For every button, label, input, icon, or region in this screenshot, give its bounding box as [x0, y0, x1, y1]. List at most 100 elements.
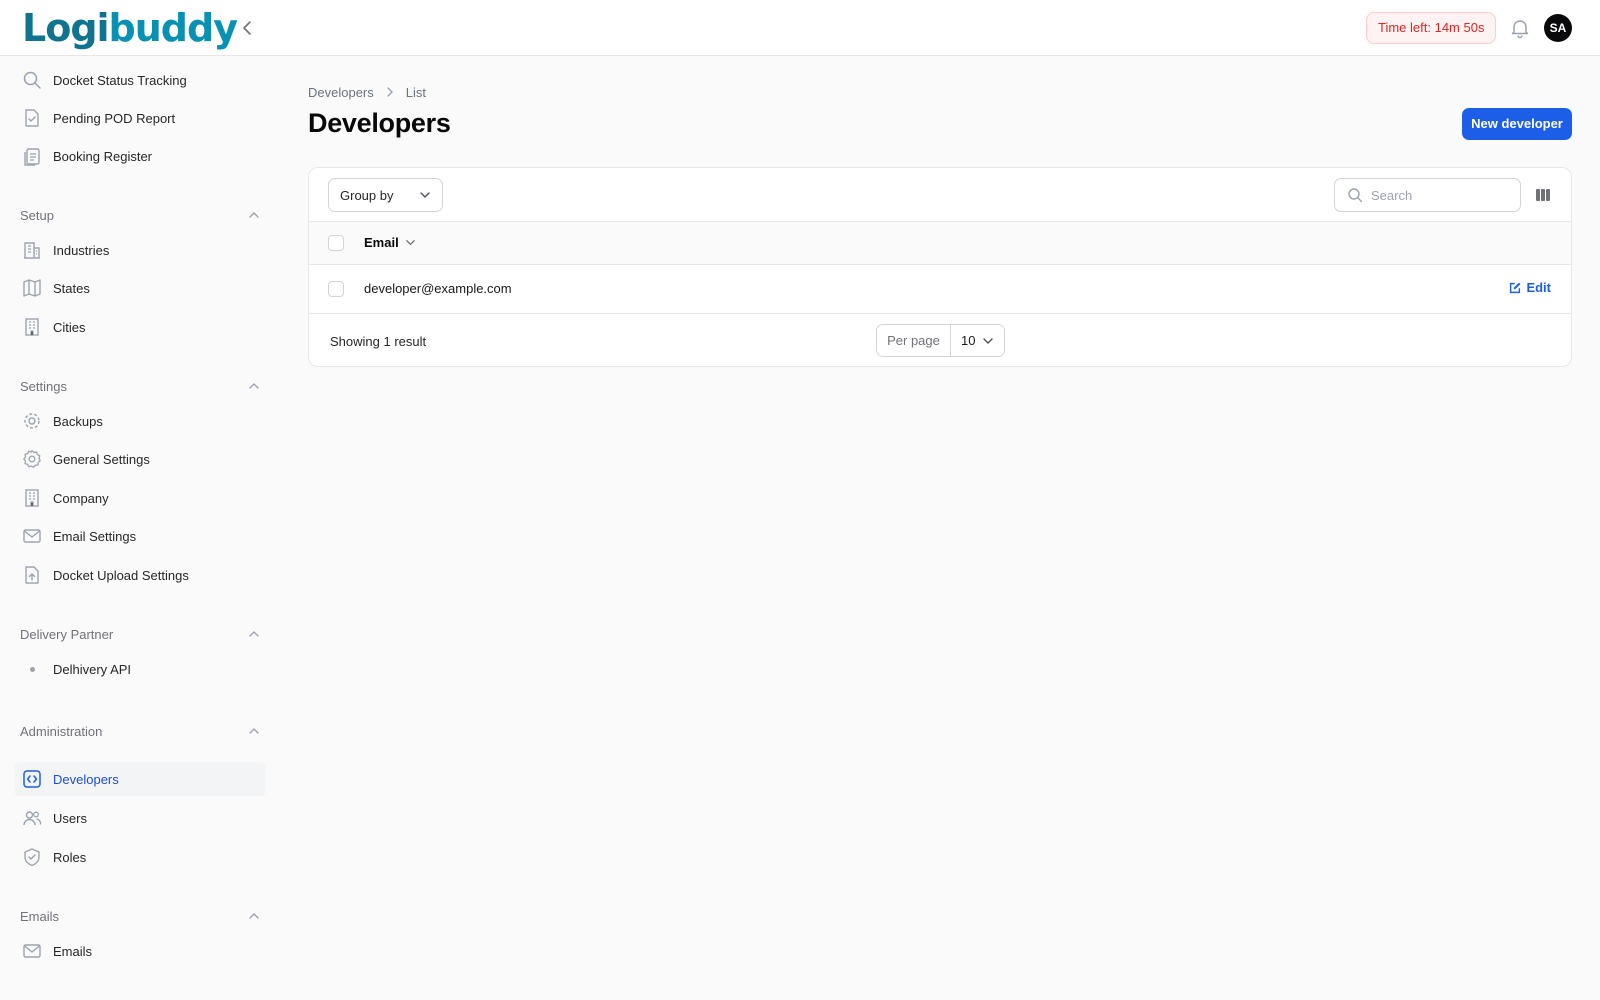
sidebar-group-label: Delivery Partner — [20, 626, 114, 642]
notifications-button[interactable] — [1508, 16, 1532, 40]
sidebar-item-label: Developers — [53, 771, 119, 787]
sidebar-item-booking-register[interactable]: Booking Register — [14, 139, 266, 173]
users-icon — [22, 808, 42, 828]
sidebar-item-label: Emails — [53, 943, 93, 959]
group-by-select[interactable]: Group by — [328, 178, 443, 212]
table-header: Email — [309, 221, 1571, 265]
group-by-label: Group by — [340, 187, 394, 203]
sidebar-item-backups[interactable]: Backups — [14, 404, 266, 438]
chevron-up-icon — [249, 212, 259, 218]
clipboard-list-icon — [22, 146, 42, 166]
chevron-left-icon — [243, 21, 251, 35]
building-icon — [22, 488, 42, 508]
breadcrumb-current: List — [405, 84, 426, 100]
sidebar-item-general-settings[interactable]: General Settings — [14, 442, 266, 476]
sidebar: Docket Status Tracking Pending POD Repor… — [0, 56, 270, 1000]
results-count: Showing 1 result — [330, 334, 427, 349]
sidebar-item-label: Company — [53, 490, 109, 506]
sidebar-item-cities[interactable]: Cities — [14, 310, 266, 344]
logo-text-part1: Logi — [22, 6, 110, 50]
sidebar-item-industries[interactable]: Industries — [14, 233, 266, 267]
sidebar-item-label: Backups — [53, 413, 103, 429]
per-page-control: Per page 10 — [876, 324, 1005, 357]
envelope-icon — [22, 941, 42, 961]
chevron-up-icon — [249, 913, 259, 919]
search-icon — [22, 70, 42, 90]
sidebar-item-docket-upload-settings[interactable]: Docket Upload Settings — [14, 558, 266, 592]
sidebar-group-delivery-partner[interactable]: Delivery Partner — [20, 623, 260, 645]
chevron-up-icon — [249, 383, 259, 389]
breadcrumb: Developers List — [308, 83, 426, 101]
sidebar-item-emails[interactable]: Emails — [14, 934, 266, 968]
search-field[interactable] — [1334, 178, 1521, 212]
page-title: Developers — [308, 108, 451, 138]
logo-text-part2: buddy — [108, 6, 238, 50]
sidebar-group-emails[interactable]: Emails — [20, 905, 260, 927]
sidebar-item-developers[interactable]: Developers — [14, 762, 266, 796]
sidebar-group-label: Emails — [20, 908, 60, 924]
sidebar-item-label: General Settings — [53, 451, 150, 467]
new-developer-button[interactable]: New developer — [1462, 108, 1572, 140]
column-header-email[interactable]: Email — [364, 235, 416, 250]
search-icon — [1348, 188, 1363, 203]
shield-check-icon — [22, 847, 42, 867]
sidebar-group-setup[interactable]: Setup — [20, 204, 260, 226]
sidebar-item-label: Pending POD Report — [53, 110, 176, 126]
search-input[interactable] — [1371, 187, 1511, 203]
building-office-icon — [22, 240, 42, 260]
pencil-square-icon — [1510, 282, 1521, 293]
per-page-select[interactable]: 10 — [951, 325, 1004, 356]
top-bar: Logi buddy Time left: 14m 50s SA — [0, 0, 1600, 56]
map-icon — [22, 278, 42, 298]
sidebar-item-delhivery-api[interactable]: Delhivery API — [14, 652, 266, 686]
sidebar-group-administration[interactable]: Administration — [20, 720, 260, 742]
code-bracket-icon — [22, 769, 42, 789]
sidebar-item-label: Email Settings — [53, 528, 137, 544]
select-all-checkbox[interactable] — [328, 235, 344, 251]
document-check-icon — [22, 108, 42, 128]
row-checkbox[interactable] — [328, 281, 344, 297]
column-header-label: Email — [364, 235, 399, 250]
building-icon — [22, 317, 42, 337]
sidebar-item-label: Users — [53, 810, 87, 826]
logibuddy-logo[interactable]: Logi buddy — [22, 4, 238, 52]
sidebar-item-label: Docket Upload Settings — [53, 567, 189, 583]
sidebar-group-label: Settings — [20, 378, 67, 394]
chevron-down-icon — [405, 240, 415, 246]
chevron-right-icon — [384, 86, 396, 98]
collapse-sidebar-button[interactable] — [236, 16, 260, 40]
bell-icon — [1511, 20, 1529, 39]
sidebar-item-label: Delhivery API — [53, 661, 132, 677]
table-row: developer@example.com Edit — [309, 265, 1571, 314]
toggle-columns-button[interactable] — [1533, 185, 1553, 205]
user-avatar[interactable]: SA — [1544, 14, 1572, 42]
sidebar-item-states[interactable]: States — [14, 271, 266, 305]
row-email-cell: developer@example.com — [364, 281, 512, 296]
sidebar-item-docket-status-tracking[interactable]: Docket Status Tracking — [14, 63, 266, 97]
sidebar-item-users[interactable]: Users — [14, 801, 266, 835]
sidebar-group-label: Administration — [20, 723, 103, 739]
sidebar-group-settings[interactable]: Settings — [20, 375, 260, 397]
gear-icon — [22, 449, 42, 469]
sidebar-group-label: Setup — [20, 207, 54, 223]
sidebar-item-roles[interactable]: Roles — [14, 840, 266, 874]
edit-row-button[interactable]: Edit — [1508, 280, 1551, 295]
edit-label: Edit — [1526, 280, 1551, 295]
chevron-up-icon — [249, 728, 259, 734]
dot-icon — [22, 659, 42, 679]
sidebar-item-label: States — [53, 280, 90, 296]
document-upload-icon — [22, 565, 42, 585]
developers-table: Group by Email developer@example.com Edi… — [308, 167, 1572, 367]
session-timer-badge: Time left: 14m 50s — [1366, 12, 1497, 44]
chevron-up-icon — [249, 631, 259, 637]
sidebar-item-label: Booking Register — [53, 148, 152, 164]
breadcrumb-developers-link[interactable]: Developers — [308, 85, 374, 100]
chevron-down-icon — [983, 337, 993, 344]
sidebar-item-label: Industries — [53, 242, 110, 258]
chevron-down-icon — [420, 192, 430, 198]
sidebar-item-email-settings[interactable]: Email Settings — [14, 519, 266, 553]
sidebar-item-pending-pod-report[interactable]: Pending POD Report — [14, 101, 266, 135]
sidebar-item-company[interactable]: Company — [14, 481, 266, 515]
columns-icon — [1536, 189, 1550, 201]
per-page-label: Per page — [877, 325, 951, 356]
